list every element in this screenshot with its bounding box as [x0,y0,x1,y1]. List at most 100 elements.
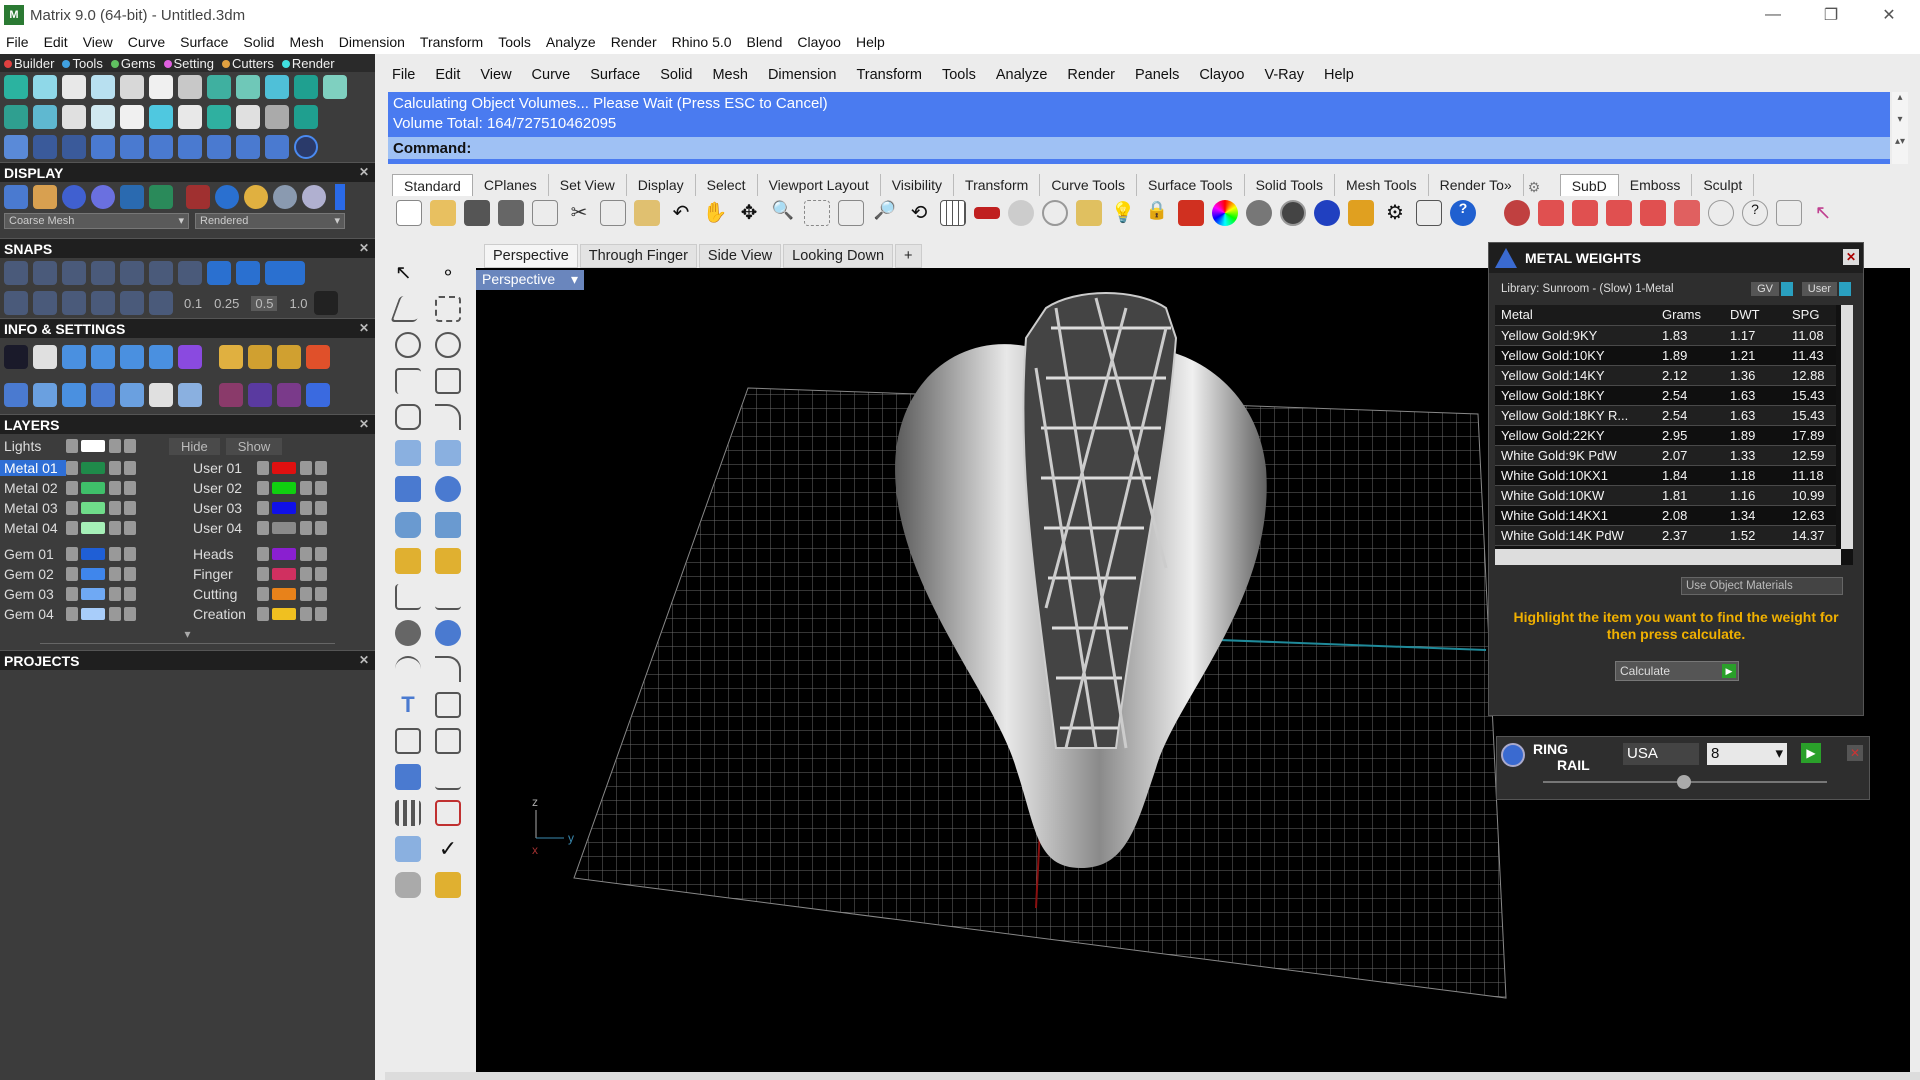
display-mode-select[interactable]: Rendered [195,213,345,229]
copy-icon[interactable] [91,345,115,369]
menu-help[interactable]: Help [856,34,885,50]
arc-icon[interactable] [395,368,421,394]
box-solid-icon[interactable] [395,476,421,502]
app-menu-tools[interactable]: Tools [942,67,976,83]
offset-icon[interactable] [395,656,421,682]
frame-icon[interactable] [149,75,173,99]
tab-curve-tools[interactable]: Curve Tools [1040,174,1137,196]
color-wheel-icon[interactable] [1212,200,1238,226]
lock-icon[interactable] [109,521,121,535]
layer-name[interactable]: Gem 03 [0,586,66,602]
layer-row[interactable]: Finger [185,564,370,584]
app-menu-panels[interactable]: Panels [1135,67,1179,83]
layer-row[interactable]: Gem 02 [0,564,185,584]
visible-icon[interactable] [124,567,136,581]
visible-icon[interactable] [124,501,136,515]
lock-icon[interactable]: 🔒 [1144,200,1170,226]
polygon-icon[interactable] [395,404,421,430]
mesh-icon[interactable] [395,764,421,790]
technical-icon[interactable] [149,185,173,209]
layer-name[interactable]: Gem 02 [0,566,66,582]
close-icon[interactable]: ✕ [1843,249,1859,265]
layers-collapse-icon[interactable]: ▾ [40,624,335,644]
layer-color-swatch[interactable] [272,588,296,600]
lock-icon[interactable] [300,567,312,581]
tab-solid-tools[interactable]: Solid Tools [1245,174,1336,196]
table-row[interactable]: Yellow Gold:22KY 2.95 1.89 17.89 [1495,425,1836,446]
sculpt-icon[interactable]: ↖ [1810,200,1836,226]
snap-mid-icon[interactable] [91,261,115,285]
expand-icon[interactable] [257,547,269,561]
menu-edit[interactable]: Edit [44,34,68,50]
tab-set-view[interactable]: Set View [549,174,627,196]
history-icon[interactable] [395,836,421,862]
array-icon[interactable] [4,135,28,159]
layer-icon[interactable] [1178,200,1204,226]
group-icon[interactable] [435,620,461,646]
visible-icon[interactable] [315,461,327,475]
app-menu-surface[interactable]: Surface [590,67,640,83]
layer-row[interactable]: Metal 03 [0,498,185,518]
snap-value-1[interactable]: 0.1 [184,296,202,311]
layer-color-swatch[interactable] [81,548,105,560]
lock-icon[interactable] [300,461,312,475]
tab-tools[interactable]: Tools [62,56,106,71]
app-menu-mesh[interactable]: Mesh [712,67,747,83]
layer-name[interactable]: Gem 04 [0,606,66,622]
lock-icon[interactable] [109,547,121,561]
matte-sphere-icon[interactable] [302,185,326,209]
select-arrow-icon[interactable]: ↖ [395,260,421,286]
layer-name[interactable]: Cutting [185,586,257,602]
visible-icon[interactable] [124,521,136,535]
app-menu-analyze[interactable]: Analyze [996,67,1048,83]
view-tab-looking-down[interactable]: Looking Down [783,244,894,268]
col-grams[interactable]: Grams [1656,305,1724,326]
transform-icon[interactable] [395,548,421,574]
gem-settings-icon[interactable] [219,383,243,407]
menu-curve[interactable]: Curve [128,34,165,50]
layer-color-swatch[interactable] [81,462,105,474]
layer-row[interactable]: Heads [185,544,370,564]
cage-icon[interactable] [207,135,231,159]
bail-icon[interactable] [33,75,57,99]
snap-quad-icon[interactable] [178,261,202,285]
lock-icon[interactable] [109,607,121,621]
trim-icon[interactable] [265,135,289,159]
layer-color-swatch[interactable] [272,482,296,494]
layer-name[interactable]: User 02 [185,480,257,496]
lock-icon[interactable] [300,607,312,621]
drop-icon[interactable] [265,105,289,129]
gem-weight-icon[interactable] [248,383,272,407]
apply-button[interactable]: ▶ [1801,743,1821,763]
app-menu-view[interactable]: View [480,67,511,83]
menu-transform[interactable]: Transform [420,34,483,50]
visible-icon[interactable] [315,521,327,535]
app-menu-dimension[interactable]: Dimension [768,67,837,83]
light-icon[interactable]: 💡 [1110,200,1136,226]
table-row[interactable]: Yellow Gold:9KY 1.83 1.17 11.08 [1495,325,1836,346]
close-icon[interactable]: ✕ [359,653,369,667]
visible-icon[interactable] [124,461,136,475]
menu-rhino5[interactable]: Rhino 5.0 [672,34,732,50]
visible-icon[interactable] [315,607,327,621]
surface-icon[interactable] [395,440,421,466]
copy-icon[interactable] [600,200,626,226]
user-toggle[interactable]: User [1801,282,1837,296]
zoom-icon[interactable]: 🔍 [770,200,796,226]
frame-select-icon[interactable] [248,345,272,369]
lock-icon[interactable] [109,439,121,453]
report-icon[interactable] [120,345,144,369]
help-icon[interactable]: ? [1450,200,1476,226]
tab-mesh-tools[interactable]: Mesh Tools [1335,174,1429,196]
snap-grid-toggle-icon[interactable] [313,291,338,315]
subd-icon[interactable] [1504,200,1530,226]
rectangle-icon[interactable] [435,368,461,394]
tab-render[interactable]: Render [281,56,339,71]
expand-icon[interactable] [66,439,78,453]
minimize-icon[interactable]: — [1744,0,1802,30]
expand-icon[interactable] [66,607,78,621]
edit-icon[interactable] [149,345,173,369]
layer-color-swatch[interactable] [272,522,296,534]
table-vertical-scrollbar[interactable] [1841,305,1853,549]
filter-icon[interactable] [1348,200,1374,226]
